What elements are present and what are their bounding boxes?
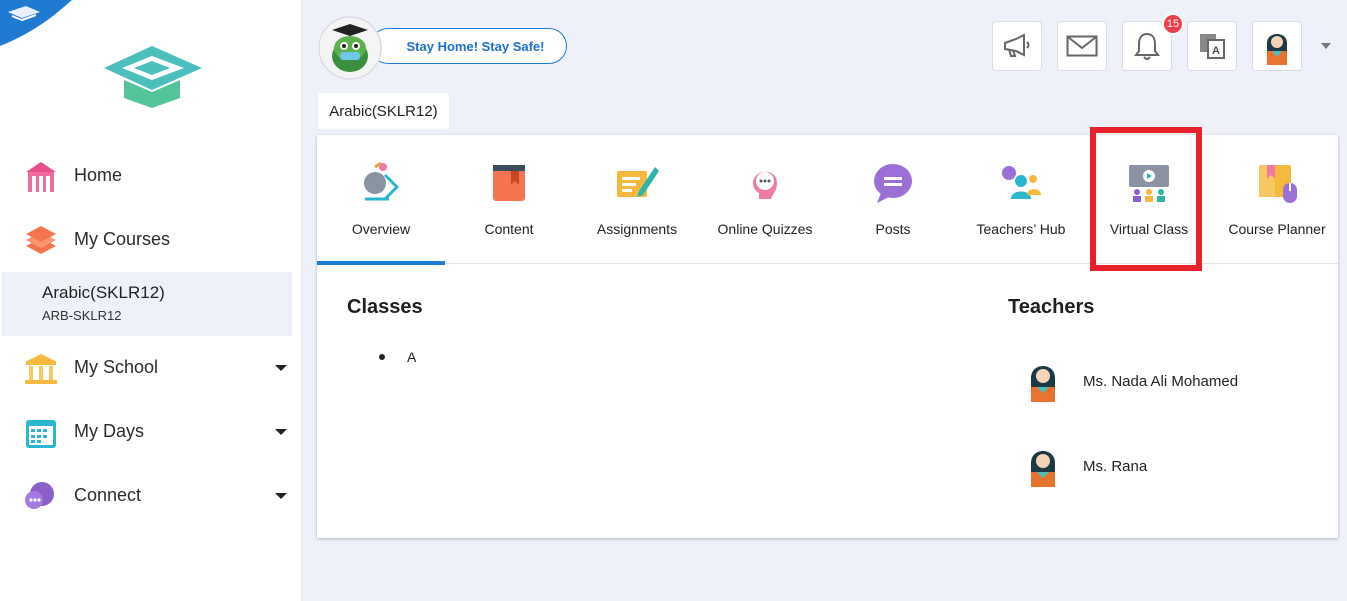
virtual-class-icon [1129,165,1169,202]
calendar-icon [26,420,56,448]
chevron-down-icon[interactable] [275,365,287,371]
tab-posts[interactable]: Posts [829,135,957,264]
tab-course-planner[interactable]: Course Planner [1213,135,1341,264]
tab-label: Assignments [596,221,678,237]
school-logo-icon[interactable] [98,40,208,112]
sidebar-item-label: My Days [74,421,145,441]
tab-content[interactable]: Content [445,135,573,264]
language-button[interactable]: A [1187,21,1237,71]
course-tabs: Overview Content Assignments Online Quiz… [317,135,1341,265]
avatar [1267,34,1287,65]
mail-button[interactable] [1057,21,1107,71]
sidebar-item-label: My School [74,357,159,377]
book-icon [493,165,525,201]
home-icon [26,162,56,192]
sidebar-item-active-course[interactable]: Arabic(SKLR12) ARB-SKLR12 [2,272,292,336]
teacher-item[interactable]: Ms. Nada Ali Mohamed [1027,360,1327,406]
class-item[interactable]: A [407,349,416,365]
svg-text:A: A [1212,45,1220,57]
teachers-title: Teachers [1008,296,1095,318]
sidebar-item-connect[interactable]: Connect [0,472,302,520]
tab-label: Posts [875,221,911,237]
sidebar-item-label: Home [74,165,123,185]
assignment-icon [617,167,659,197]
course-card: Overview Content Assignments Online Quiz… [317,135,1338,538]
course-name: Arabic(SKLR12) [42,283,165,302]
megaphone-icon [1004,33,1030,57]
teacher-name: Ms. Rana [1083,458,1148,475]
bell-icon [1134,32,1160,60]
profile-button[interactable] [1252,21,1302,71]
list-bullet [379,354,385,360]
teacher-avatar-icon [1031,451,1055,487]
classes-title: Classes [347,296,423,318]
teacher-item[interactable]: Ms. Rana [1027,445,1327,491]
tab-label: Content [484,221,534,237]
tab-label: Teachers’ Hub [976,221,1066,237]
teachers-hub-icon [1002,166,1041,199]
chat-icon [25,482,54,509]
sidebar: Home My Courses Arabic(SKLR12) ARB-SKLR1… [0,0,302,601]
chevron-down-icon[interactable] [275,493,287,499]
announcements-button[interactable] [992,21,1042,71]
course-planner-icon [1259,165,1297,203]
corner-logo-icon[interactable] [0,0,72,46]
quiz-icon [753,171,777,199]
sidebar-item-my-days[interactable]: My Days [0,408,302,456]
tab-label: Virtual Class [1109,221,1189,237]
course-tab[interactable]: Arabic(SKLR12) [318,93,449,129]
chevron-down-icon[interactable] [1321,43,1331,49]
books-icon [26,226,56,254]
tab-assignments[interactable]: Assignments [573,135,701,264]
overview-icon [364,161,400,201]
tab-online-quizzes[interactable]: Online Quizzes [701,135,829,264]
posts-icon [874,164,912,203]
tab-teachers-hub[interactable]: Teachers’ Hub [957,135,1085,264]
school-icon [25,354,57,384]
tab-overview[interactable]: Overview [317,135,445,265]
translate-icon: A [1200,34,1225,59]
tab-label: Course Planner [1228,221,1326,237]
sidebar-item-my-courses[interactable]: My Courses [0,216,302,264]
sidebar-item-home[interactable]: Home [0,152,302,200]
stay-safe-banner[interactable]: Stay Home! Stay Safe! [370,28,567,64]
tab-virtual-class[interactable]: Virtual Class [1085,135,1213,264]
banner-text: Stay Home! Stay Safe! [406,38,545,54]
sidebar-item-label: Connect [74,485,142,505]
tab-label: Overview [351,221,411,237]
notification-count-badge: 15 [1162,13,1184,35]
chevron-down-icon[interactable] [275,429,287,435]
sidebar-item-my-school[interactable]: My School [0,344,302,392]
course-code: ARB-SKLR12 [42,308,122,323]
teacher-avatar-icon [1031,366,1055,402]
mascot-avatar-icon [318,16,382,80]
sidebar-item-label: My Courses [74,229,171,249]
teacher-name: Ms. Nada Ali Mohamed [1083,373,1239,390]
mail-icon [1066,35,1098,57]
tab-label: Online Quizzes [717,221,813,237]
